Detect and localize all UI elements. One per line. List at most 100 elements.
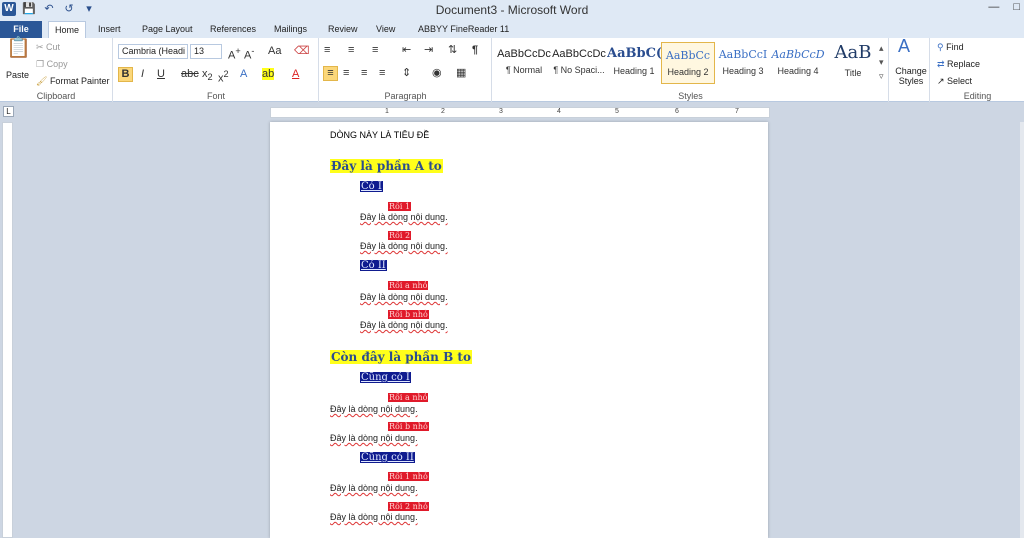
grow-font-icon[interactable]: A+	[228, 45, 241, 62]
replace-icon: ⇄	[937, 59, 948, 69]
text-effects-icon[interactable]: A	[240, 68, 247, 80]
style-heading-3[interactable]: AaBbCcI Heading 3	[716, 42, 770, 84]
style-no-spacing[interactable]: AaBbCcDc ¶ No Spaci...	[552, 42, 606, 84]
align-right-icon[interactable]: ≡	[361, 67, 367, 79]
strikethrough-icon[interactable]: abc	[181, 68, 199, 80]
body-line: Đây là dòng nội dung.	[360, 320, 448, 330]
find-button[interactable]: ⚲ Find	[937, 41, 964, 53]
multilevel-list-icon[interactable]: ≡	[372, 44, 378, 56]
heading-part-a: Đây là phần A to	[330, 159, 443, 173]
paste-icon[interactable]: 📋	[6, 38, 31, 58]
heading-roi-a-nho: Rồi a nhỏ	[388, 281, 429, 290]
style-normal[interactable]: AaBbCcDc ¶ Normal	[497, 42, 551, 84]
sort-icon[interactable]: ⇅	[448, 44, 457, 56]
paragraph-label: Paragraph	[384, 91, 427, 101]
styles-scroll-up-icon[interactable]: ▴	[879, 42, 884, 54]
subscript-icon[interactable]: x2	[202, 68, 213, 83]
body-line: Đây là dòng nội dung.	[330, 433, 418, 443]
line-spacing-icon[interactable]: ⇕	[402, 67, 411, 79]
heading-co-ii: Có II	[360, 260, 387, 271]
justify-icon[interactable]: ≡	[379, 67, 385, 79]
paragraph-group: ≡ ≡ ≡ ⇤ ⇥ ⇅ ¶ ≡ ≡ ≡ ≡ ⇕ ◉ ▦ Paragraph	[320, 38, 492, 102]
bullets-icon[interactable]: ≡	[324, 44, 330, 56]
tab-abbyy[interactable]: ABBYY FineReader 11	[412, 21, 515, 38]
cut-button[interactable]: ✂ Cut	[36, 41, 60, 53]
find-icon: ⚲	[937, 42, 947, 52]
heading-roi-1: Rồi 1	[388, 202, 412, 211]
highlight-icon[interactable]: ab	[262, 68, 275, 80]
tab-page-layout[interactable]: Page Layout	[136, 21, 199, 38]
tab-file[interactable]: File	[0, 21, 42, 38]
numbering-icon[interactable]: ≡	[348, 44, 354, 56]
vertical-ruler[interactable]	[2, 122, 13, 538]
title-bar: W 💾 ↶ ↺ ▾ Document3 - Microsoft Word — □	[0, 0, 1024, 19]
shrink-font-icon[interactable]: A-	[244, 45, 254, 62]
styles-scroll-down-icon[interactable]: ▾	[879, 56, 884, 68]
change-styles-icon[interactable]: A	[898, 37, 910, 55]
tab-mailings[interactable]: Mailings	[268, 21, 313, 38]
style-heading-1[interactable]: AaBbC( Heading 1	[607, 42, 661, 84]
tab-view[interactable]: View	[370, 21, 401, 38]
clipboard-group: 📋 Paste ✂ Cut ❐ Copy 🖌 Format Painter Cl…	[0, 38, 113, 102]
editing-label: Editing	[963, 91, 992, 101]
font-name-combo[interactable]: Cambria (Headi	[118, 44, 188, 59]
italic-icon[interactable]: I	[141, 68, 144, 80]
replace-button[interactable]: ⇄ Replace	[937, 58, 980, 70]
change-styles-group: A Change Styles	[890, 37, 930, 102]
styles-group: AaBbCcDc ¶ Normal AaBbCcDc ¶ No Spaci...…	[493, 38, 889, 102]
tab-insert[interactable]: Insert	[92, 21, 127, 38]
heading-co-i: Có I	[360, 181, 383, 192]
heading-cung-co-i: Cũng có I	[360, 372, 411, 383]
style-title[interactable]: AaB Title	[826, 42, 880, 84]
borders-icon[interactable]: ▦	[456, 67, 466, 79]
bold-icon[interactable]: B	[118, 67, 133, 82]
font-color-icon[interactable]: A	[292, 68, 299, 80]
change-styles-button[interactable]: Change Styles	[893, 66, 929, 86]
paste-button[interactable]: Paste	[6, 69, 29, 81]
underline-icon[interactable]: U	[157, 68, 165, 80]
select-button[interactable]: ↗ Select	[937, 75, 972, 87]
change-case-icon[interactable]: Aa	[268, 45, 281, 57]
clipboard-label: Clipboard	[36, 91, 76, 101]
clear-formatting-icon[interactable]: ⌫	[294, 45, 310, 57]
format-painter-button[interactable]: 🖌 Format Painter	[36, 75, 109, 87]
ribbon: 📋 Paste ✂ Cut ❐ Copy 🖌 Format Painter Cl…	[0, 37, 1024, 102]
font-size-combo[interactable]: 13	[190, 44, 222, 59]
decrease-indent-icon[interactable]: ⇤	[402, 44, 411, 56]
heading-roi-2-nho: Rồi 2 nhỏ	[388, 502, 429, 511]
increase-indent-icon[interactable]: ⇥	[424, 44, 433, 56]
tab-review[interactable]: Review	[322, 21, 364, 38]
styles-label: Styles	[678, 91, 703, 101]
vertical-scrollbar[interactable]	[1020, 122, 1024, 538]
align-left-icon[interactable]: ≡	[323, 66, 338, 81]
styles-more-icon[interactable]: ▿	[879, 70, 884, 82]
superscript-icon[interactable]: x2	[218, 68, 229, 85]
heading-roi-b-nho: Rồi b nhỏ	[388, 310, 429, 319]
style-heading-2[interactable]: AaBbCc Heading 2	[661, 42, 715, 84]
tab-home[interactable]: Home	[48, 21, 87, 38]
heading-roi-2: Rồi 2	[388, 231, 412, 240]
brush-icon: 🖌	[36, 76, 50, 86]
copy-button[interactable]: ❐ Copy	[36, 58, 68, 70]
editing-group: ⚲ Find ⇄ Replace ↗ Select Editing	[931, 38, 1024, 102]
ribbon-tabs: File Home Insert Page Layout References …	[0, 19, 1024, 38]
window-title: Document3 - Microsoft Word	[435, 3, 589, 17]
document-page[interactable]: DÒNG NÀY LÀ TIÊU ĐỀ Đây là phần A to Có …	[270, 122, 768, 538]
style-heading-4[interactable]: AaBbCcD Heading 4	[771, 42, 825, 84]
minimize-icon[interactable]: —	[988, 1, 999, 13]
select-icon: ↗	[937, 76, 948, 86]
heading-part-b: Còn đây là phần B to	[330, 350, 472, 364]
body-line: Đây là dòng nội dung.	[330, 483, 418, 493]
align-center-icon[interactable]: ≡	[343, 67, 349, 79]
shading-icon[interactable]: ◉	[432, 67, 442, 79]
horizontal-ruler[interactable]: 1 2 3 4 5 6 7	[270, 107, 770, 118]
body-line: Đây là dòng nội dung.	[360, 212, 448, 222]
document-title-line: DÒNG NÀY LÀ TIÊU ĐỀ	[330, 130, 430, 140]
body-line: Đây là dòng nội dung.	[360, 292, 448, 302]
body-line: Đây là dòng nội dung.	[330, 404, 418, 414]
font-group: Cambria (Headi 13 A+ A- Aa ⌫ B I U abc x…	[114, 38, 319, 102]
tab-selector-button[interactable]: L	[3, 106, 14, 117]
show-formatting-icon[interactable]: ¶	[472, 44, 478, 56]
tab-references[interactable]: References	[204, 21, 262, 38]
maximize-icon[interactable]: □	[1013, 1, 1020, 13]
